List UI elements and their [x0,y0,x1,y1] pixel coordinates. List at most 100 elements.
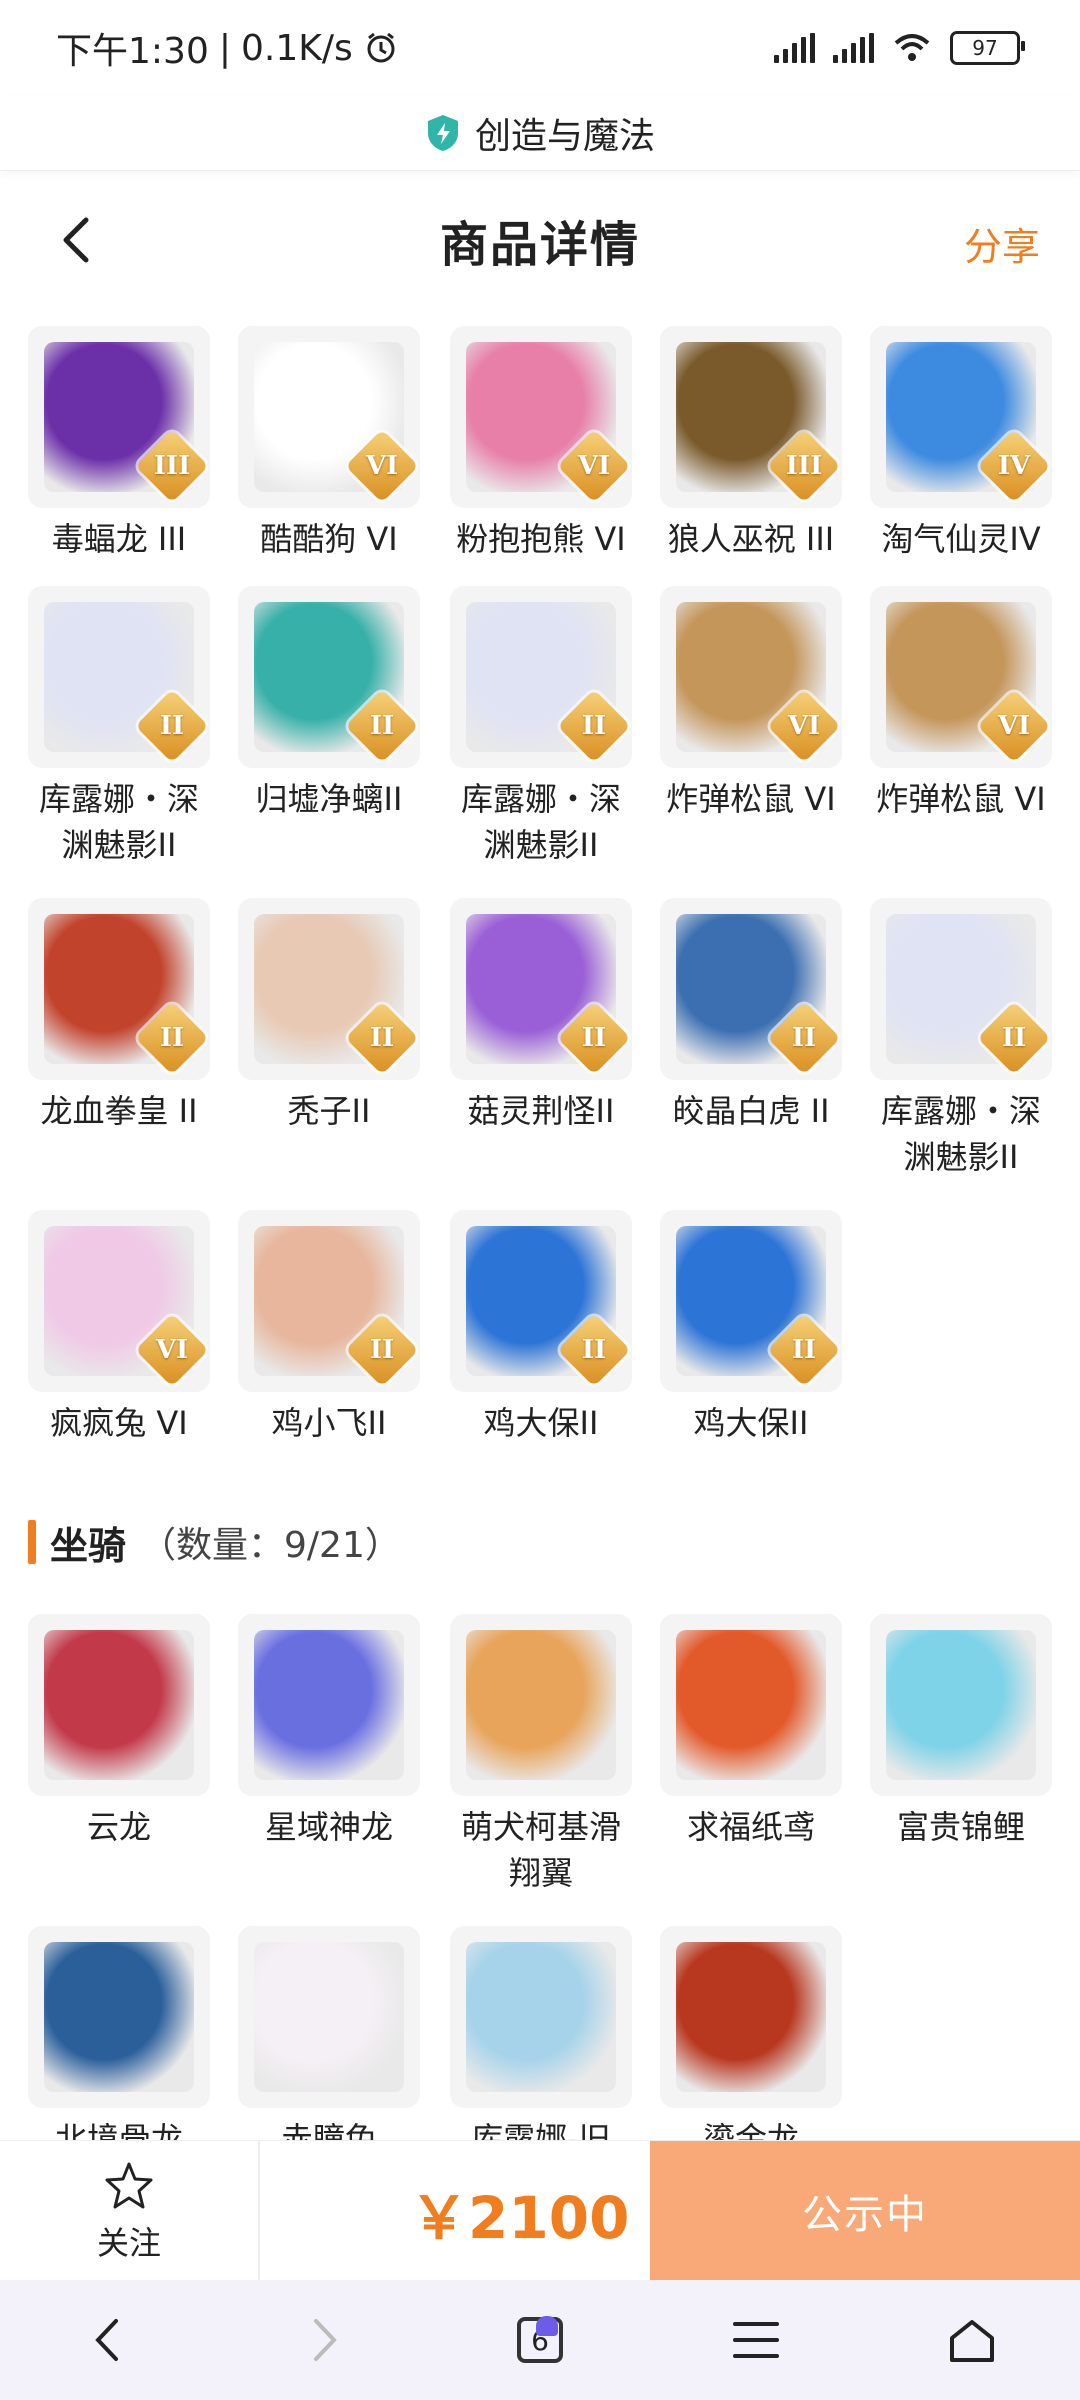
grade-label: VI [155,1335,189,1365]
mount-thumbnail [28,1926,210,2108]
site-name: 创造与魔法 [474,116,655,157]
grade-label: II [791,1335,817,1365]
pet-item[interactable]: II 鸡小飞II [238,1210,420,1446]
grade-label: II [369,711,395,741]
wifi-icon [894,34,930,61]
grade-badge: VI [345,429,419,503]
star-icon [105,2162,153,2209]
share-button[interactable]: 分享 [964,216,1040,271]
pet-thumbnail: II [238,898,420,1080]
grade-label: II [581,1023,607,1053]
mount-image [44,1942,194,2092]
grade-label: IV [997,451,1031,481]
pet-item[interactable]: VI 疯疯兔 VI [28,1210,210,1446]
grade-badge: II [557,689,631,763]
section-accent-bar [28,1520,36,1564]
pet-name: 归墟净螭II [255,780,403,818]
nav-tabs-button[interactable]: 6 [500,2300,580,2380]
nav-back-button[interactable] [68,2300,148,2380]
mount-item[interactable]: 鎏金龙 [660,1926,842,2162]
pet-item[interactable]: II 鸡大保II [660,1210,842,1446]
pet-item[interactable]: II 秃子II [238,898,420,1134]
page-title: 商品详情 [439,217,640,273]
pet-item[interactable]: III 狼人巫祝 III [660,326,842,562]
pet-item[interactable]: IV 淘气仙灵IV [870,326,1052,562]
section-header-mounts: 坐骑 （数量：9/21） [28,1512,401,1572]
pet-item[interactable]: II 菇灵荆怪II [450,898,632,1134]
menu-icon [733,2322,779,2358]
pet-thumbnail: II [450,898,632,1080]
pet-item[interactable]: II 库露娜・深渊魅影II [450,586,632,868]
grade-badge: II [135,689,209,763]
follow-button[interactable]: 关注 [0,2141,260,2281]
pet-name: 秃子II [287,1092,371,1130]
mount-image [466,1630,616,1780]
grade-badge: II [345,1313,419,1387]
grade-badge: II [977,1001,1051,1075]
pet-thumbnail: III [660,326,842,508]
mount-name: 富贵锦鲤 [896,1808,1025,1846]
pet-thumbnail: VI [238,326,420,508]
price: ￥2100 [410,2184,630,2252]
grade-badge: VI [557,429,631,503]
grade-label: II [159,711,185,741]
pet-item[interactable]: VI 炸弹松鼠 VI [660,586,842,822]
mount-thumbnail [238,1614,420,1796]
site-title-bar: 创造与魔法 [0,96,1080,171]
pet-thumbnail: IV [870,326,1052,508]
mount-item[interactable]: 赤瞳兔 [238,1926,420,2162]
mount-name: 云龙 [86,1808,151,1846]
chevron-left-icon [95,2319,118,2361]
mount-item[interactable]: 萌犬柯基滑翔翼 [450,1614,632,1896]
pet-item[interactable]: VI 炸弹松鼠 VI [870,586,1052,822]
pet-item[interactable]: VI 酷酷狗 VI [238,326,420,562]
nav-home-button[interactable] [932,2300,1012,2380]
pet-name: 菇灵荆怪II [467,1092,615,1130]
pet-name: 淘气仙灵IV [881,520,1041,558]
mount-item[interactable]: 库露娜-旧 [450,1926,632,2162]
mount-item[interactable]: 富贵锦鲤 [870,1614,1052,1850]
mount-image [676,1942,826,2092]
pet-item[interactable]: II 鸡大保II [450,1210,632,1446]
status-divider: | [218,27,231,69]
mount-name: 萌犬柯基滑翔翼 [460,1808,621,1892]
mount-item[interactable]: 北境骨龙 [28,1926,210,2162]
mount-thumbnail [450,1614,632,1796]
back-arrow-icon[interactable] [48,210,108,270]
shield-icon [427,115,458,151]
pet-item[interactable]: III 毒蝠龙 III [28,326,210,562]
follow-label: 关注 [96,2224,161,2262]
mount-name: 星域神龙 [264,1808,393,1846]
home-icon [950,2320,994,2362]
grade-badge: II [767,1001,841,1075]
nav-menu-button[interactable] [716,2300,796,2380]
pet-thumbnail: II [450,586,632,768]
pet-item[interactable]: II 归墟净螭II [238,586,420,822]
mount-image [254,1942,404,2092]
chevron-right-icon [314,2319,337,2361]
mount-image [676,1630,826,1780]
pet-item[interactable]: II 皎晶白虎 II [660,898,842,1134]
pet-item[interactable]: II 龙血拳皇 II [28,898,210,1134]
pet-item[interactable]: VI 粉抱抱熊 VI [450,326,632,562]
pet-item[interactable]: II 库露娜・深渊魅影II [870,898,1052,1180]
grade-badge: III [135,429,209,503]
pet-thumbnail: VI [870,586,1052,768]
grade-label: VI [787,711,821,741]
mount-item[interactable]: 求福纸鸢 [660,1614,842,1850]
pet-thumbnail: III [28,326,210,508]
pet-thumbnail: VI [660,586,842,768]
mount-item[interactable]: 星域神龙 [238,1614,420,1850]
pet-item[interactable]: II 库露娜・深渊魅影II [28,586,210,868]
action-bar: 关注 ￥2100 公示中 [0,2140,1080,2281]
battery-level: 97 [972,36,998,60]
mount-image [886,1630,1036,1780]
status-time: 下午1:30 [56,31,209,72]
publicity-status-button[interactable]: 公示中 [650,2141,1080,2281]
mount-thumbnail [870,1614,1052,1796]
pet-thumbnail: II [660,1210,842,1392]
mount-thumbnail [238,1926,420,2108]
pet-name: 酷酷狗 VI [260,520,398,558]
nav-forward-button[interactable] [284,2300,364,2380]
mount-item[interactable]: 云龙 [28,1614,210,1850]
